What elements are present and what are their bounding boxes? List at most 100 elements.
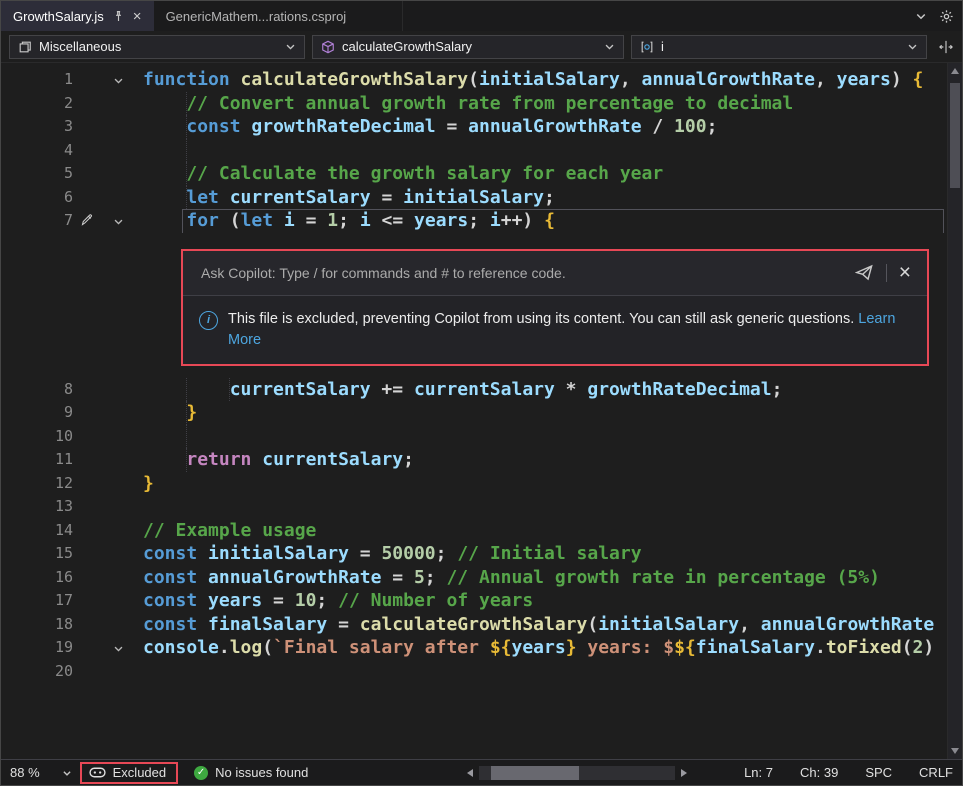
- copilot-input-row: ×: [183, 251, 927, 295]
- line-number: 16: [1, 566, 73, 590]
- code-line[interactable]: 15const initialSalary = 50000; // Initia…: [1, 542, 947, 566]
- line-number: 2: [1, 92, 73, 116]
- cube-icon: [321, 40, 335, 54]
- chevron-down-icon: [907, 41, 918, 52]
- indent-guide: [229, 378, 230, 402]
- code-line[interactable]: 1function calculateGrowthSalary(initialS…: [1, 68, 947, 92]
- code-line[interactable]: 8 currentSalary += currentSalary * growt…: [1, 378, 947, 402]
- gear-icon[interactable]: [939, 9, 954, 24]
- line-number: 4: [1, 139, 73, 163]
- scroll-down-icon[interactable]: [951, 748, 959, 754]
- close-icon[interactable]: ×: [133, 9, 142, 24]
- member-dropdown-value: calculateGrowthSalary: [342, 39, 472, 54]
- line-number: 20: [1, 660, 73, 684]
- eol-indicator: CRLF: [919, 765, 953, 780]
- horizontal-scrollbar[interactable]: [467, 765, 687, 780]
- scroll-left-icon[interactable]: [467, 769, 473, 777]
- line-number: 14: [1, 519, 73, 543]
- indent-guide: [186, 448, 187, 472]
- indent-guide: [186, 186, 187, 210]
- chevron-down-icon[interactable]: [915, 10, 927, 22]
- tab-bar: GrowthSalary.js × GenericMathem...ration…: [1, 1, 962, 31]
- line-number: 3: [1, 115, 73, 139]
- context-dropdown[interactable]: i: [631, 35, 927, 59]
- copilot-icon: [89, 766, 106, 779]
- vertical-scrollbar-thumb[interactable]: [950, 83, 960, 188]
- indent-guide: [186, 92, 187, 116]
- close-icon[interactable]: ×: [899, 262, 911, 283]
- line-number: 17: [1, 589, 73, 613]
- copilot-exclusion-message: i This file is excluded, preventing Copi…: [183, 295, 927, 364]
- horizontal-scrollbar-thumb[interactable]: [491, 766, 579, 780]
- code-line[interactable]: 12}: [1, 472, 947, 496]
- member-icon: [640, 40, 654, 54]
- tab-label: GenericMathem...rations.csproj: [166, 9, 347, 24]
- copilot-status-label: Excluded: [113, 765, 166, 780]
- project-dropdown[interactable]: Miscellaneous: [9, 35, 305, 59]
- tab-csproj[interactable]: GenericMathem...rations.csproj: [154, 1, 404, 31]
- info-icon: i: [199, 311, 218, 330]
- pencil-icon[interactable]: [81, 214, 93, 226]
- tab-growthsalary[interactable]: GrowthSalary.js ×: [1, 1, 154, 31]
- code-line[interactable]: 14// Example usage: [1, 519, 947, 543]
- code-lines-bottom: 8 currentSalary += currentSalary * growt…: [1, 378, 947, 684]
- member-dropdown[interactable]: calculateGrowthSalary: [312, 35, 624, 59]
- code-line[interactable]: 6 let currentSalary = initialSalary;: [1, 186, 947, 210]
- indent-guide: [186, 378, 187, 402]
- line-indicator: Ln: 7: [744, 765, 773, 780]
- code-line[interactable]: 16const annualGrowthRate = 5; // Annual …: [1, 566, 947, 590]
- zoom-level[interactable]: 88 %: [1, 765, 40, 780]
- code-editor[interactable]: 1function calculateGrowthSalary(initialS…: [1, 63, 947, 759]
- vertical-scrollbar[interactable]: [947, 63, 962, 759]
- code-line[interactable]: 17const years = 10; // Number of years: [1, 589, 947, 613]
- tab-label: GrowthSalary.js: [13, 9, 104, 24]
- scroll-right-icon[interactable]: [681, 769, 687, 777]
- fold-icon[interactable]: [113, 216, 129, 227]
- line-number: 11: [1, 448, 73, 472]
- chevron-down-icon: [285, 41, 296, 52]
- chevron-down-icon: [604, 41, 615, 52]
- line-number: 8: [1, 378, 73, 402]
- code-line[interactable]: 9 }: [1, 401, 947, 425]
- line-number: 7: [1, 209, 73, 233]
- context-dropdown-value: i: [661, 39, 664, 54]
- indent-guide: [186, 425, 187, 449]
- indent-guide: [186, 162, 187, 186]
- code-line[interactable]: 3 const growthRateDecimal = annualGrowth…: [1, 115, 947, 139]
- code-line[interactable]: 2 // Convert annual growth rate from per…: [1, 92, 947, 116]
- pin-icon[interactable]: [112, 10, 125, 23]
- issues-status[interactable]: No issues found: [215, 765, 308, 780]
- code-line[interactable]: 7 for (let i = 1; i <= years; i++) {: [1, 209, 947, 233]
- editor-window: GrowthSalary.js × GenericMathem...ration…: [0, 0, 963, 786]
- fold-icon[interactable]: [113, 643, 129, 654]
- exclusion-message-text: This file is excluded, preventing Copilo…: [228, 311, 854, 327]
- code-line[interactable]: 13: [1, 495, 947, 519]
- code-line[interactable]: 11 return currentSalary;: [1, 448, 947, 472]
- code-line[interactable]: 19console.log(`Final salary after ${year…: [1, 636, 947, 660]
- line-number: 9: [1, 401, 73, 425]
- code-line[interactable]: 20: [1, 660, 947, 684]
- code-line[interactable]: 18const finalSalary = calculateGrowthSal…: [1, 613, 947, 637]
- line-number: 18: [1, 613, 73, 637]
- horizontal-scrollbar-track[interactable]: [479, 766, 675, 780]
- column-indicator: Ch: 39: [800, 765, 838, 780]
- chevron-down-icon[interactable]: [62, 768, 72, 778]
- copilot-status-button[interactable]: Excluded: [80, 762, 178, 784]
- indent-guide: [186, 401, 187, 425]
- line-number: 5: [1, 162, 73, 186]
- scroll-up-icon[interactable]: [951, 68, 959, 74]
- line-number: 15: [1, 542, 73, 566]
- code-line[interactable]: 4: [1, 139, 947, 163]
- copilot-inline-chat: × i This file is excluded, preventing Co…: [181, 249, 929, 366]
- code-lines-top: 1function calculateGrowthSalary(initialS…: [1, 68, 947, 233]
- split-editor-icon[interactable]: [939, 40, 953, 54]
- copilot-input[interactable]: [199, 264, 855, 282]
- code-line[interactable]: 10: [1, 425, 947, 449]
- line-number: 12: [1, 472, 73, 496]
- code-line[interactable]: 5 // Calculate the growth salary for eac…: [1, 162, 947, 186]
- separator: [886, 264, 887, 282]
- indent-guide: [186, 139, 187, 163]
- fold-icon[interactable]: [113, 75, 129, 86]
- project-icon: [18, 40, 32, 54]
- send-icon[interactable]: [855, 263, 874, 282]
